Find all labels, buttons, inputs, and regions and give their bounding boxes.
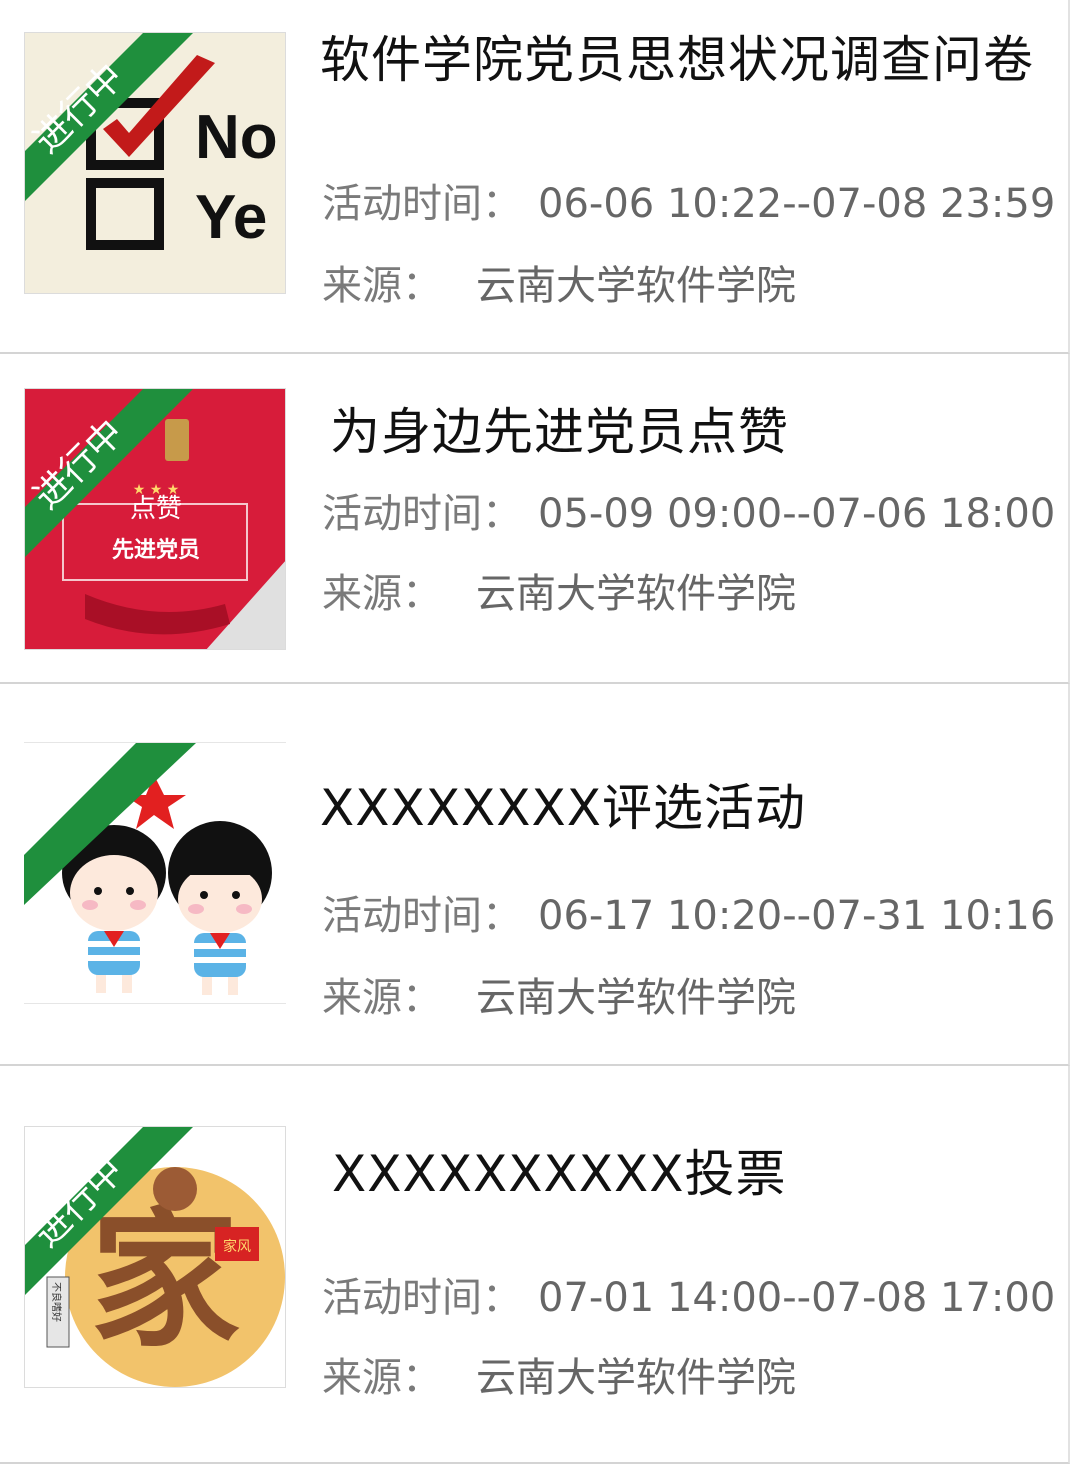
like-advanced-member-banner-icon: ★ ★ ★ 点赞 先进党员 进行中: [25, 389, 285, 649]
activity-title[interactable]: 软件学院党员思想状况调查问卷: [320, 16, 1040, 104]
list-item[interactable]: No Ye 进行中 软件学院党员思想状况调查问卷 活动时间： 06-06 10:2…: [0, 0, 1070, 354]
activity-source: 来源： 云南大学软件学院: [322, 1355, 796, 1401]
activity-time: 活动时间： 06-06 10:22--07-08 23:59: [322, 181, 1056, 227]
checkbox-no-yes-icon: No Ye 进行中: [25, 33, 285, 293]
activity-thumbnail[interactable]: 家 家风 不良嗜好 进行中: [24, 1126, 286, 1388]
activity-source: 来源： 云南大学软件学院: [322, 975, 796, 1021]
activity-list: No Ye 进行中 软件学院党员思想状况调查问卷 活动时间： 06-06 10:2…: [0, 0, 1070, 1482]
svg-text:不良嗜好: 不良嗜好: [50, 1282, 63, 1322]
activity-time: 活动时间： 05-09 09:00--07-06 18:00: [322, 491, 1056, 537]
activity-source: 来源： 云南大学软件学院: [322, 263, 796, 309]
activity-title[interactable]: XXXXXXXX评选活动: [320, 764, 1040, 852]
svg-text:家风: 家风: [223, 1238, 251, 1255]
svg-text:Ye: Ye: [195, 183, 267, 252]
svg-text:家: 家: [90, 1194, 240, 1368]
activity-thumbnail[interactable]: No Ye 进行中: [24, 32, 286, 294]
saluting-children-icon: [24, 743, 286, 1003]
activity-thumbnail[interactable]: ★ ★ ★ 点赞 先进党员 进行中: [24, 388, 286, 650]
family-character-icon: 家 家风 不良嗜好 进行中: [25, 1127, 285, 1387]
svg-text:点赞: 点赞: [130, 494, 182, 524]
activity-time: 活动时间： 07-01 14:00--07-08 17:00: [322, 1275, 1056, 1321]
list-item[interactable]: ★ ★ ★ 点赞 先进党员 进行中 为身边先进党员点赞 活动时间： 05-09 0…: [0, 354, 1070, 684]
list-item[interactable]: 家 家风 不良嗜好 进行中 XXXXXXXXXX投票 活动时间： 07-01 14…: [0, 1066, 1070, 1464]
activity-time: 活动时间： 06-17 10:20--07-31 10:16: [322, 893, 1056, 939]
activity-source: 来源： 云南大学软件学院: [322, 571, 796, 617]
svg-text:先进党员: 先进党员: [112, 538, 200, 563]
list-item[interactable]: XXXXXXXX评选活动 活动时间： 06-17 10:20--07-31 10:…: [0, 684, 1070, 1066]
svg-text:No: No: [195, 103, 278, 172]
activity-title[interactable]: XXXXXXXXXX投票: [332, 1130, 1052, 1218]
activity-thumbnail[interactable]: [24, 742, 286, 1004]
activity-title[interactable]: 为身边先进党员点赞: [330, 388, 1050, 476]
